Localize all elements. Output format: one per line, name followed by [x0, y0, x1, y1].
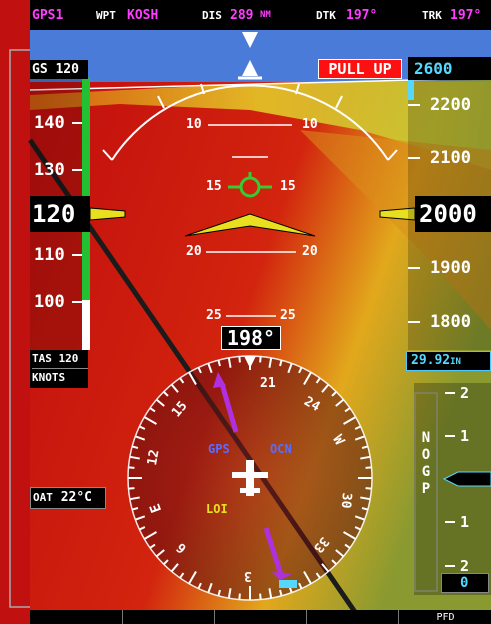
tas-value: 120: [58, 352, 79, 365]
barometric-setting[interactable]: 29.92IN: [406, 351, 491, 371]
compass-tick: [259, 356, 262, 363]
flight-phase: OCN: [270, 442, 292, 456]
softkey-bar: PFD: [30, 610, 491, 624]
pitch-label: 25: [206, 308, 222, 323]
outside-air-temperature: OAT 22°C: [30, 487, 106, 509]
dis-label: DIS: [202, 8, 222, 22]
pitch-label: 20: [302, 244, 318, 259]
compass-label-21: 21: [260, 376, 276, 391]
vertical-speed-value: 0: [441, 573, 489, 593]
oat-label: OAT: [33, 491, 53, 504]
compass-tick: [128, 466, 135, 469]
airspeed-label-100: 100: [34, 292, 65, 312]
current-heading: 198°: [226, 326, 276, 350]
primary-flight-display: GPS1 WPT KOSH DIS 289 NM DTK 197° TRK 19…: [0, 0, 491, 624]
gps-source: GPS1: [32, 7, 64, 23]
vsi-label: 1: [460, 427, 470, 445]
current-altitude-box: 2000: [415, 196, 491, 232]
trk-label: TRK: [422, 8, 442, 22]
compass-tick: [259, 593, 262, 600]
baro-unit: IN: [450, 357, 461, 367]
cdi-source: GPS: [208, 442, 230, 456]
pfd-softkey[interactable]: PFD: [400, 611, 491, 624]
pitch-label: 15: [206, 179, 222, 194]
compass-tick: [238, 593, 241, 600]
altitude-label-2100: 2100: [430, 148, 471, 168]
oat-value: 22°C: [60, 490, 93, 505]
groundspeed-box: GS 120: [30, 60, 88, 79]
left-frame: [9, 49, 30, 608]
altitude-label-1900: 1900: [430, 258, 471, 278]
compass-label-3: 3: [244, 568, 252, 583]
vsi-label: 1: [460, 513, 470, 531]
speed-band-white: [82, 300, 90, 350]
pitch-label: 20: [186, 244, 202, 259]
airspeed-label-110: 110: [34, 245, 65, 265]
waypoint-value: KOSH: [127, 7, 159, 23]
current-airspeed: 120: [32, 200, 76, 228]
navigation-status-bar: GPS1 WPT KOSH DIS 289 NM DTK 197° TRK 19…: [30, 0, 491, 30]
tas-label: TAS: [32, 352, 52, 365]
compass-tick: [365, 466, 372, 469]
compass-label-12: 12: [145, 448, 163, 467]
pitch-label: 15: [280, 179, 296, 194]
current-airspeed-box: 120: [30, 196, 90, 232]
altitude-label-2200: 2200: [430, 95, 471, 115]
gs-label: GS: [32, 62, 48, 77]
gs-value: 120: [55, 62, 79, 77]
true-airspeed-box: TAS 120 KNOTS: [30, 350, 88, 388]
airspeed-label-130: 130: [34, 160, 65, 180]
dtk-label: DTK: [316, 8, 336, 22]
pull-up-warning: PULL UP: [318, 59, 402, 79]
track-value: 197°: [450, 7, 482, 23]
selected-altitude[interactable]: 2600: [408, 57, 491, 80]
desired-track-value: 197°: [346, 7, 378, 23]
airspeed-units: KNOTS: [32, 371, 66, 384]
pitch-label: 10: [302, 117, 318, 132]
vsi-label: 2: [460, 384, 470, 402]
loi-indicator: LOI: [206, 502, 228, 516]
distance-value: 289: [230, 7, 254, 23]
heading-bug: [279, 580, 297, 588]
compass-tick: [238, 356, 241, 363]
distance-unit: NM: [260, 10, 271, 20]
current-heading-box: 198°: [221, 326, 281, 350]
compass-tick: [365, 487, 372, 490]
altitude-bug: [408, 80, 414, 100]
altitude-label-1800: 1800: [430, 312, 471, 332]
airspeed-label-140: 140: [34, 113, 65, 133]
current-altitude: 2000: [419, 200, 477, 228]
compass-label-30: 30: [337, 492, 354, 509]
compass-tick: [128, 487, 135, 490]
synthetic-vision-view: [9, 30, 491, 614]
pitch-label: 10: [186, 117, 202, 132]
baro-value: 29.92: [411, 353, 451, 368]
glidepath-status: NO GP: [421, 430, 431, 497]
selected-altitude-value: 2600: [414, 59, 453, 78]
pitch-label: 25: [280, 308, 296, 323]
wpt-label: WPT: [96, 8, 116, 22]
